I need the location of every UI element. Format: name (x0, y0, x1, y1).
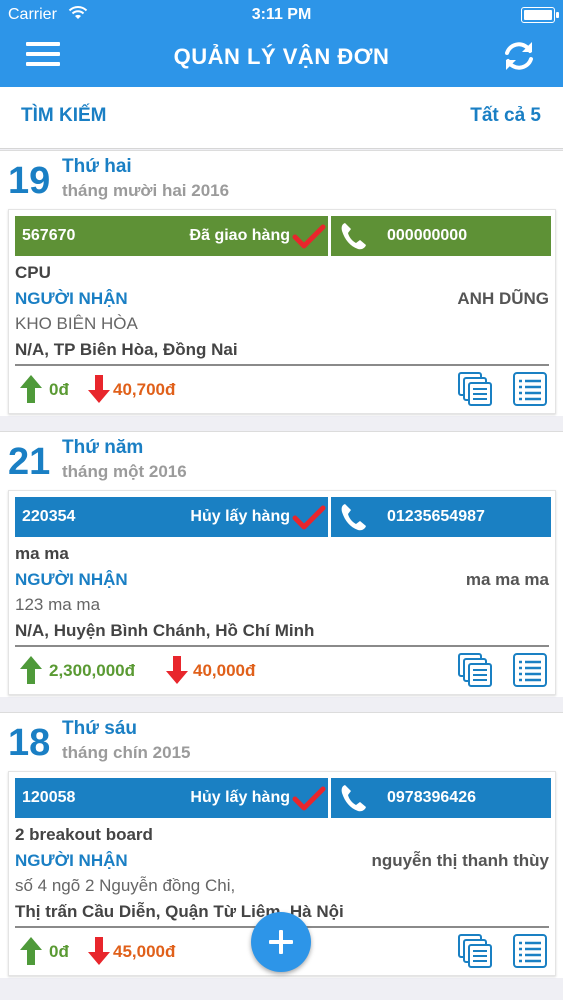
month-label: tháng chín 2015 (62, 743, 191, 762)
order-status: Đã giao hàng (189, 227, 290, 244)
weekday-label: Thứ hai (62, 156, 132, 177)
phone-icon (341, 223, 366, 250)
phone-icon (341, 785, 366, 812)
arrow-down-icon (88, 937, 110, 965)
order-header: 567670 Đã giao hàng 000000000 (15, 216, 551, 256)
call-button[interactable]: 01235654987 (331, 497, 551, 537)
status-bar: Carrier 3:11 PM (0, 0, 563, 30)
month-label: tháng một 2016 (62, 462, 187, 481)
cod-amount: 0đ (49, 380, 69, 399)
address-line-2: N/A, TP Biên Hòa, Đồng Nai (15, 340, 238, 359)
address-line-1: 123 ma ma (15, 595, 101, 614)
order-card[interactable]: 567670 Đã giao hàng 000000000 CPU NGƯỜI … (8, 209, 556, 414)
clock: 3:11 PM (251, 6, 312, 23)
list-icon[interactable] (513, 372, 547, 406)
receiver-name: ma ma ma (465, 570, 549, 589)
order-status-bar[interactable]: 567670 Đã giao hàng (15, 216, 328, 256)
check-icon (292, 786, 326, 811)
product-name: CPU (15, 263, 51, 282)
documents-icon[interactable] (458, 934, 492, 968)
order-id: 120058 (22, 789, 76, 806)
order-status: Hủy lấy hàng (190, 789, 290, 806)
divider (15, 645, 549, 647)
receiver-label: NGƯỜI NHẬN (15, 289, 128, 308)
divider (15, 364, 549, 366)
receiver-name: nguyễn thị thanh thùy (371, 851, 549, 870)
address-line-2: N/A, Huyện Bình Chánh, Hồ Chí Minh (15, 621, 315, 640)
order-status: Hủy lấy hàng (190, 508, 290, 525)
add-order-button[interactable] (251, 912, 311, 972)
list-icon[interactable] (513, 934, 547, 968)
address-line-1: KHO BIÊN HÒA (15, 314, 138, 333)
order-header: 120058 Hủy lấy hàng 0978396426 (15, 778, 551, 818)
phone-number: 000000000 (387, 227, 468, 244)
documents-icon[interactable] (458, 372, 492, 406)
order-status-bar[interactable]: 120058 Hủy lấy hàng (15, 778, 328, 818)
check-icon (292, 224, 326, 249)
battery-icon (521, 7, 559, 23)
product-name: ma ma (15, 544, 69, 563)
call-button[interactable]: 000000000 (331, 216, 551, 256)
phone-icon (341, 504, 366, 531)
page-title: QUẢN LÝ VẬN ĐƠN (173, 44, 390, 69)
address-line-1: số 4 ngõ 2 Nguyễn đồng Chi, (15, 876, 236, 895)
arrow-down-icon (88, 375, 110, 403)
date-group: 19 Thứ hai tháng mười hai 2016 567670 Đã… (0, 150, 563, 416)
search-bar: TÌM KIẾM Tất cả 5 (0, 87, 563, 149)
weekday-label: Thứ sáu (62, 718, 137, 739)
date-group: 21 Thứ năm tháng một 2016 220354 Hủy lấy… (0, 431, 563, 697)
product-name: 2 breakout board (15, 825, 153, 844)
order-card[interactable]: 220354 Hủy lấy hàng 01235654987 ma ma NG… (8, 490, 556, 695)
refresh-icon[interactable] (499, 36, 539, 76)
fee-amount: 40,000đ (193, 661, 256, 680)
order-header: 220354 Hủy lấy hàng 01235654987 (15, 497, 551, 537)
order-id: 567670 (22, 227, 76, 244)
app-header: Carrier 3:11 PM QUẢN LÝ VẬN ĐƠN (0, 0, 563, 87)
receiver-label: NGƯỜI NHẬN (15, 851, 128, 870)
phone-number: 01235654987 (387, 508, 485, 525)
arrow-up-icon (20, 656, 42, 684)
documents-icon[interactable] (458, 653, 492, 687)
filter-all-button[interactable]: Tất cả 5 (470, 105, 541, 127)
day-number: 21 (8, 441, 51, 483)
day-number: 18 (8, 722, 51, 764)
day-number: 19 (8, 160, 51, 202)
fee-amount: 40,700đ (113, 380, 176, 399)
search-button[interactable]: TÌM KIẾM (21, 105, 107, 127)
check-icon (292, 505, 326, 530)
weekday-label: Thứ năm (62, 437, 144, 458)
arrow-up-icon (20, 375, 42, 403)
phone-number: 0978396426 (387, 789, 476, 806)
fee-amount: 45,000đ (113, 942, 176, 961)
order-id: 220354 (22, 508, 76, 525)
cod-amount: 0đ (49, 942, 69, 961)
arrow-up-icon (20, 937, 42, 965)
order-status-bar[interactable]: 220354 Hủy lấy hàng (15, 497, 328, 537)
month-label: tháng mười hai 2016 (62, 181, 230, 200)
list-icon[interactable] (513, 653, 547, 687)
cod-amount: 2,300,000đ (49, 661, 136, 680)
receiver-name: ANH DŨNG (457, 289, 549, 308)
call-button[interactable]: 0978396426 (331, 778, 551, 818)
arrow-down-icon (166, 656, 188, 684)
receiver-label: NGƯỜI NHẬN (15, 570, 128, 589)
